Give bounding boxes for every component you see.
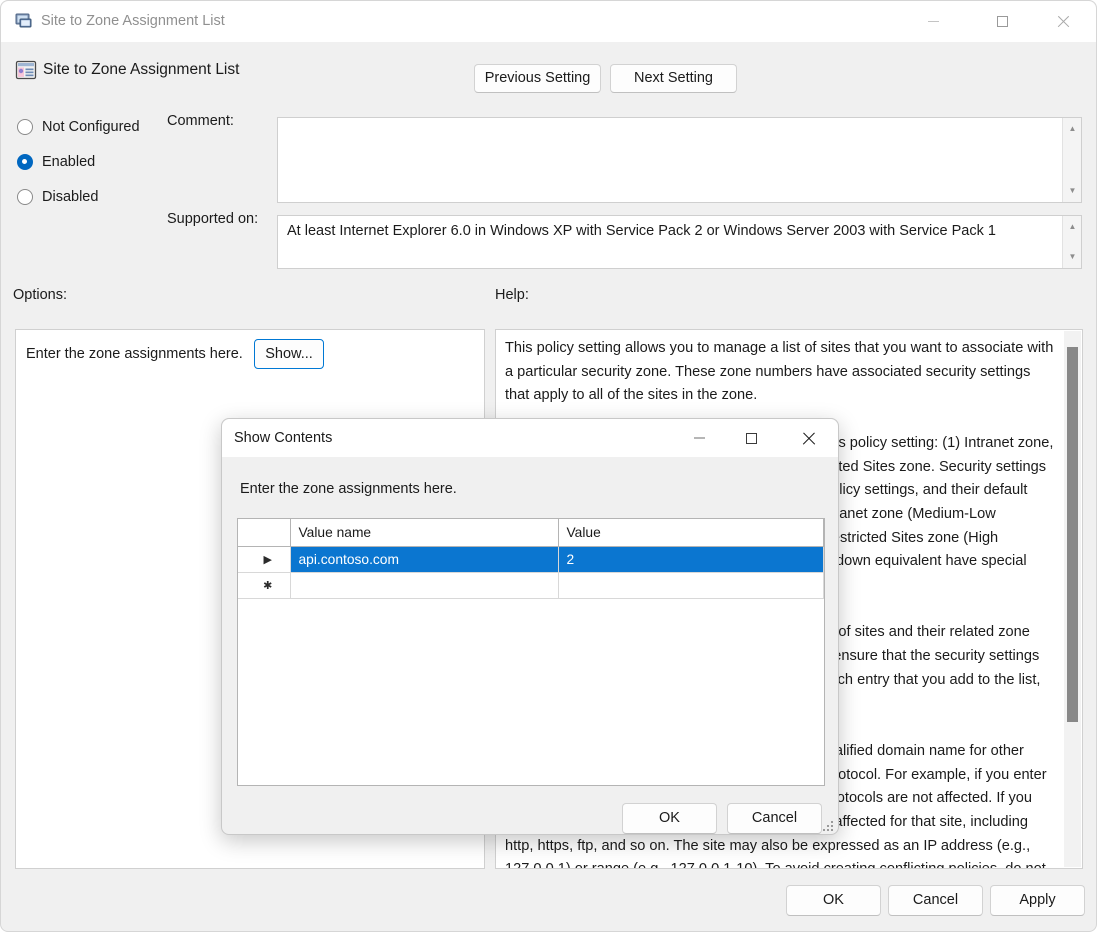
close-icon [802,431,816,445]
comment-scrollbar[interactable]: ▲ ▼ [1062,118,1081,202]
maximize-icon [745,432,757,444]
modal-title: Show Contents [234,430,333,446]
comment-label: Comment: [167,113,234,129]
cell-value-name[interactable] [290,572,559,599]
table-row[interactable]: ✱ [238,572,824,599]
options-label: Options: [13,287,67,303]
previous-setting-button[interactable]: Previous Setting [474,64,601,93]
window-title: Site to Zone Assignment List [41,13,225,29]
supported-on-value: At least Internet Explorer 6.0 in Window… [287,223,996,239]
radio-indicator-not-configured [17,119,33,135]
modal-minimize-button[interactable] [676,419,722,457]
cancel-button[interactable]: Cancel [888,885,983,916]
radio-label-disabled: Disabled [42,189,99,205]
minimize-icon [927,21,939,22]
group-policy-setting-window: Site to Zone Assignment List Site to Zon… [0,0,1097,932]
radio-label-enabled: Enabled [42,154,96,170]
supported-on-textbox[interactable]: At least Internet Explorer 6.0 in Window… [277,215,1082,269]
radio-indicator-enabled [17,154,33,170]
grid-header-indicator[interactable] [238,519,291,547]
minimize-icon [693,437,705,439]
row-indicator-new[interactable]: ✱ [238,572,291,599]
radio-disabled[interactable]: Disabled [17,189,98,205]
grid-header-value[interactable]: Value [558,519,824,547]
window-titlebar: Site to Zone Assignment List [1,1,1096,42]
triangle-down-icon[interactable]: ▼ [1063,183,1081,199]
next-setting-button[interactable]: Next Setting [610,64,737,93]
radio-enabled[interactable]: Enabled [17,154,95,170]
modal-cancel-button[interactable]: Cancel [727,803,822,834]
radio-indicator-disabled [17,189,33,205]
row-indicator[interactable]: ▶ [238,546,291,573]
supported-on-scrollbar[interactable]: ▲ ▼ [1062,216,1081,268]
policy-setting-icon [15,59,37,81]
cell-value-name[interactable]: api.contoso.com [290,546,559,573]
grid-table: Value name Value ▶ api.contoso.com 2 ✱ [238,519,824,599]
window-minimize-button[interactable] [910,1,956,42]
apply-button[interactable]: Apply [990,885,1085,916]
cell-value[interactable]: 2 [558,546,824,573]
window-maximize-button[interactable] [979,1,1025,42]
ok-button[interactable]: OK [786,885,881,916]
modal-prompt: Enter the zone assignments here. [240,481,457,497]
policy-window-icon [15,12,33,30]
modal-close-button[interactable] [786,419,832,457]
show-contents-dialog: Show Contents Enter the zone assignments… [221,418,839,835]
triangle-up-icon[interactable]: ▲ [1063,219,1081,235]
show-button[interactable]: Show... [254,339,324,369]
page-title: Site to Zone Assignment List [43,61,240,78]
modal-ok-button[interactable]: OK [622,803,717,834]
triangle-up-icon[interactable]: ▲ [1063,121,1081,137]
grid-header-value-name[interactable]: Value name [290,519,559,547]
zone-assignments-grid[interactable]: Value name Value ▶ api.contoso.com 2 ✱ [237,518,825,786]
comment-textbox[interactable]: ▲ ▼ [277,117,1082,203]
modal-titlebar: Show Contents [222,419,838,457]
supported-on-label: Supported on: [167,211,259,227]
help-scrollbar-thumb[interactable] [1067,347,1078,722]
window-close-button[interactable] [1039,1,1085,42]
help-scrollbar[interactable] [1064,331,1081,867]
help-label: Help: [495,287,529,303]
grid-header-row: Value name Value [238,519,824,547]
table-row[interactable]: ▶ api.contoso.com 2 [238,546,824,573]
radio-not-configured[interactable]: Not Configured [17,119,140,135]
triangle-down-icon[interactable]: ▼ [1063,249,1081,265]
cell-value[interactable] [558,572,824,599]
modal-maximize-button[interactable] [728,419,774,457]
radio-label-not-configured: Not Configured [42,119,140,135]
close-icon [1056,15,1069,28]
options-description: Enter the zone assignments here. [26,346,243,362]
resize-grip-icon[interactable] [822,819,834,831]
maximize-icon [996,16,1008,27]
